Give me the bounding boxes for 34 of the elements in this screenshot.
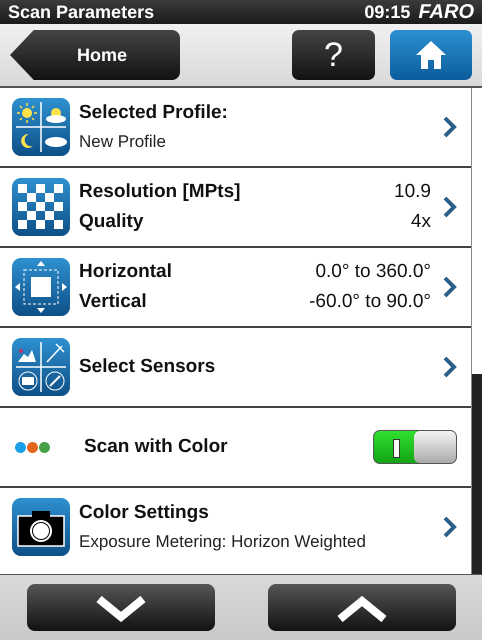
logo: FARO <box>418 0 474 24</box>
chevron-right-icon <box>443 116 457 138</box>
toggle-switch[interactable] <box>373 430 457 464</box>
item-value: 10.9 <box>394 181 431 203</box>
item-value: -60.0° to 90.0° <box>309 291 431 313</box>
house-icon <box>415 40 447 70</box>
item-label: Horizontal <box>79 261 172 283</box>
item-label: Select Sensors <box>79 356 216 378</box>
item-detail: New Profile <box>79 132 166 152</box>
chevron-right-icon <box>443 516 457 538</box>
scroll-up-button[interactable] <box>268 584 456 631</box>
checkerboard-icon <box>12 178 70 236</box>
item-label: Quality <box>79 211 144 233</box>
expand-area-icon <box>12 258 70 316</box>
item-label: Scan with Color <box>84 436 228 458</box>
item-label: Selected Profile: <box>79 102 228 124</box>
chevron-right-icon <box>443 356 457 378</box>
chevron-right-icon <box>443 196 457 218</box>
clock: 09:15 <box>364 2 410 22</box>
home-button[interactable] <box>390 30 472 80</box>
item-label: Vertical <box>79 291 147 313</box>
item-value: 0.0° to 360.0° <box>315 261 431 283</box>
window-title: Scan Parameters <box>8 2 156 22</box>
back-button[interactable]: Home <box>10 30 180 80</box>
sensors-icon <box>12 338 70 396</box>
camera-icon <box>12 498 70 556</box>
item-value: 4x <box>410 211 431 233</box>
chevron-right-icon <box>443 276 457 298</box>
item-detail: Exposure Metering: Horizon Weighted <box>79 532 366 552</box>
item-label: Resolution [MPts] <box>79 181 240 203</box>
item-label: Color Settings <box>79 502 209 524</box>
help-button[interactable]: ? <box>292 30 375 80</box>
weather-icon <box>12 98 70 156</box>
scroll-down-button[interactable] <box>26 584 214 631</box>
